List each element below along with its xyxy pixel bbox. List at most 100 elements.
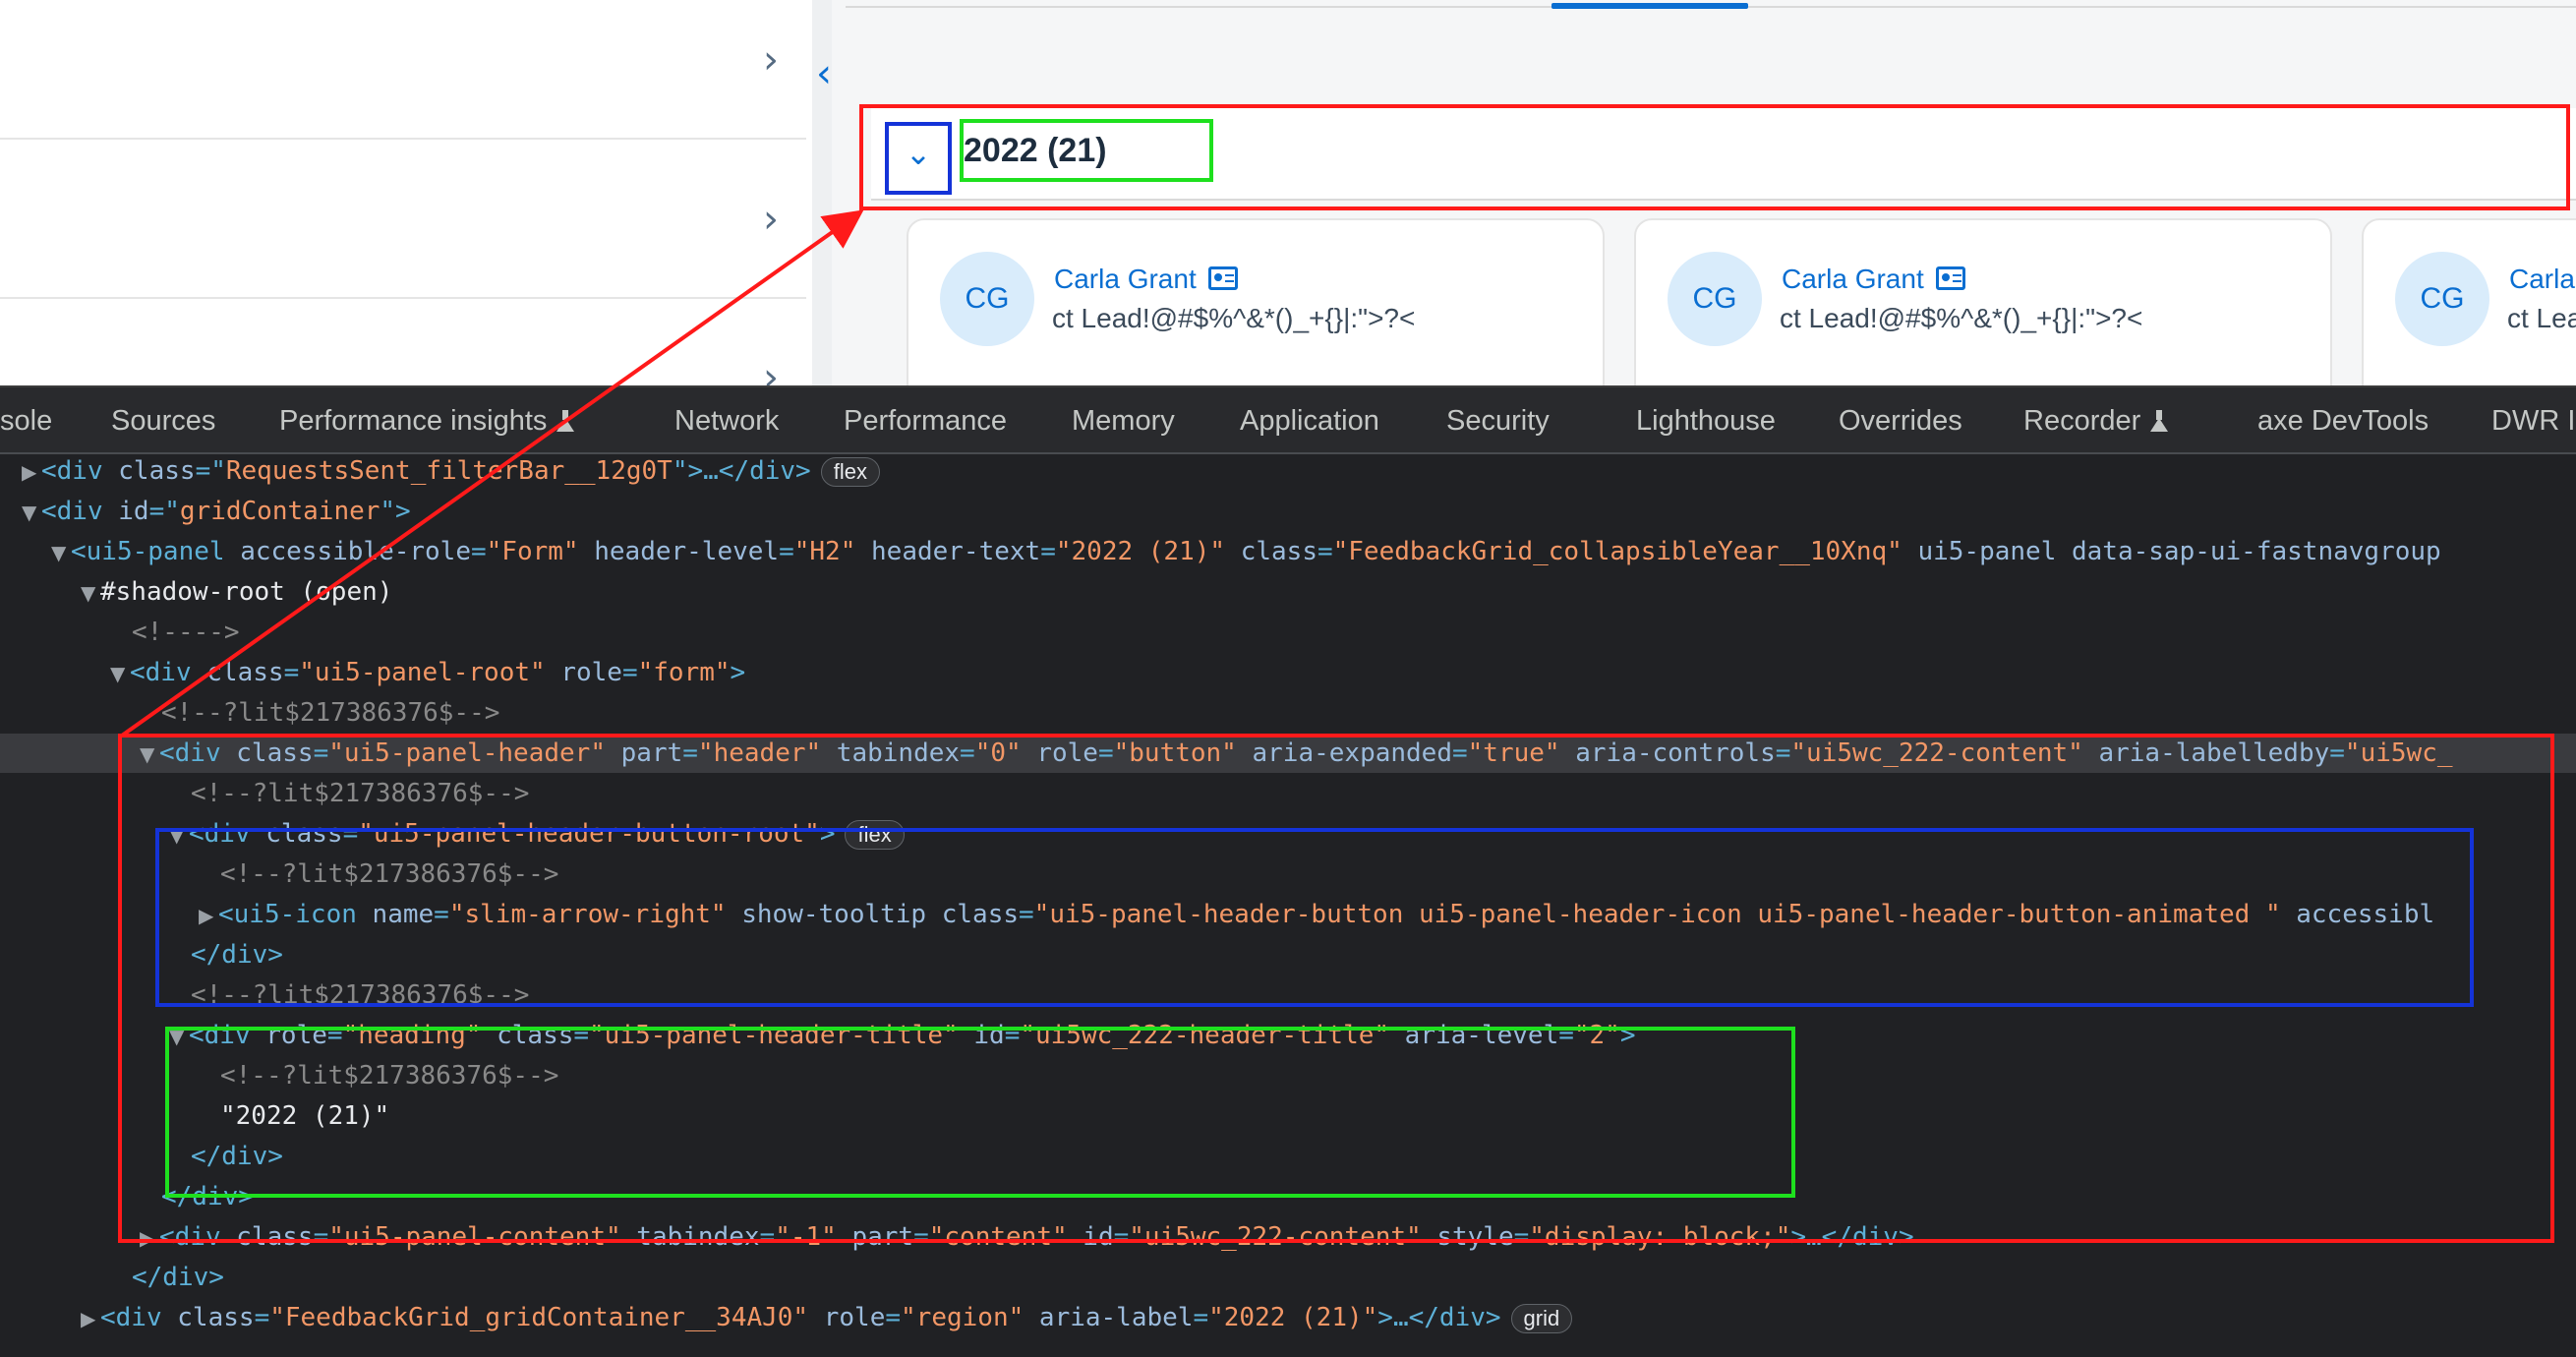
flex-badge[interactable]: flex — [845, 819, 905, 850]
dom-node[interactable]: <!--?lit$217386376$--> — [0, 1056, 2576, 1095]
dom-node[interactable]: ▼ <div class="ui5-panel-header-button-roo… — [0, 814, 2576, 854]
tab-application[interactable]: Application — [1240, 405, 1379, 438]
expand-arrow-icon[interactable]: ▶ — [140, 1218, 159, 1258]
attr-value: "ui5-panel-header-button ui5-panel-heade… — [1033, 900, 2281, 929]
feedback-card[interactable]: CG Carla ct Lea — [2362, 218, 2576, 385]
attr-value: "FeedbackGrid_collapsibleYear__10Xnq" — [1332, 537, 1903, 566]
app-window: › › › ‹ ⌄ 2022 (21) CG Carla Grant ct Le… — [0, 0, 2576, 385]
dom-node[interactable]: <!--?lit$217386376$--> — [0, 975, 2576, 1015]
tab-label: Performance insights — [279, 405, 548, 437]
dom-node[interactable]: ▶ <div class="ui5-panel-content" tabindex… — [0, 1217, 2576, 1257]
attr-name: tabindex — [620, 1222, 760, 1252]
tag-open: <div — [189, 1021, 266, 1050]
attr-value: "form" — [637, 658, 731, 687]
attr-value: "header" — [697, 738, 822, 768]
feedback-card[interactable]: CG Carla Grant ct Lead!@#$%^&*()_+{}|:">… — [1634, 218, 2332, 385]
tab-sources[interactable]: Sources — [111, 405, 215, 438]
attr-value: "ui5-panel-header-title" — [589, 1021, 959, 1050]
panel-title: 2022 (21) — [964, 132, 1107, 169]
attr-name: tabindex — [821, 738, 961, 768]
attr-name: class — [1225, 537, 1317, 566]
tag-open: <div — [159, 738, 237, 768]
tab-network[interactable]: Network — [674, 405, 779, 438]
tab-console[interactable]: sole — [0, 405, 52, 438]
tab-security[interactable]: Security — [1446, 405, 1550, 438]
attr-value: "ui5-panel-content" — [328, 1222, 621, 1252]
tag-close: </div> — [191, 940, 283, 970]
dom-node[interactable]: ▶ <div class="FeedbackGrid_gridContainer_… — [0, 1298, 2576, 1337]
flex-badge[interactable]: flex — [820, 456, 880, 487]
dom-node[interactable]: </div> — [0, 1137, 2576, 1176]
attr-name: name — [372, 900, 435, 929]
dom-node[interactable]: ▼ <div role="heading" class="ui5-panel-he… — [0, 1016, 2576, 1055]
dom-node[interactable]: "2022 (21)" — [0, 1096, 2576, 1136]
dom-node[interactable]: </div> — [0, 1258, 2576, 1297]
attr-value: "slim-arrow-right" — [448, 900, 727, 929]
tab-recorder[interactable]: Recorder — [2023, 405, 2169, 438]
dom-node[interactable]: <!--?lit$217386376$--> — [0, 774, 2576, 813]
collapse-arrow-icon[interactable]: ▼ — [169, 1017, 189, 1056]
dom-node[interactable]: ▶ <div class="RequestsSent_filterBar__12g… — [0, 451, 2576, 491]
tab-memory[interactable]: Memory — [1072, 405, 1175, 438]
card-subtitle: ct Lead!@#$%^&*()_+{}|:">?< — [1780, 303, 2143, 333]
tab-performance[interactable]: Performance — [844, 405, 1007, 438]
dom-node[interactable]: ▼ <div class="ui5-panel-root" role="form"… — [0, 653, 2576, 692]
dom-node[interactable]: ▼ #shadow-root (open) — [0, 572, 2576, 612]
tag-close: >…</div> — [1377, 1303, 1501, 1332]
dom-node[interactable]: </div> — [0, 935, 2576, 974]
avatar: CG — [940, 252, 1034, 346]
attr-name: accessible-role — [240, 537, 471, 566]
list-item[interactable]: › — [0, 0, 806, 140]
collapse-arrow-icon[interactable]: ▼ — [140, 735, 159, 774]
collapse-arrow-icon[interactable]: ▼ — [51, 533, 71, 572]
card-name-link[interactable]: Carla — [2509, 264, 2575, 295]
expand-arrow-icon[interactable]: ▶ — [22, 452, 41, 492]
expand-arrow-icon[interactable]: ▶ — [199, 896, 218, 935]
tab-overrides[interactable]: Overrides — [1839, 405, 1962, 438]
tab-performance-insights[interactable]: Performance insights — [279, 405, 575, 438]
attr-name: ui5-panel data-sap-ui-fastnavgroup — [1902, 537, 2441, 566]
attr-name: show-tooltip class — [726, 900, 1020, 929]
comment-node: <!----> — [132, 618, 240, 647]
card-name-link[interactable]: Carla Grant — [1054, 264, 1238, 295]
comment-node: <!--?lit$217386376$--> — [220, 859, 559, 889]
avatar: CG — [2395, 252, 2489, 346]
list-item[interactable]: › — [0, 301, 806, 385]
collapse-arrow-icon[interactable]: ▼ — [110, 654, 130, 693]
attr-value: "ui5-panel-header" — [328, 738, 606, 768]
feedback-card[interactable]: CG Carla Grant ct Lead!@#$%^&*()_+{}|:">… — [907, 218, 1605, 385]
collapse-left-icon[interactable]: ‹ — [816, 51, 832, 96]
flask-icon — [556, 410, 575, 432]
attr-name: class — [177, 1303, 255, 1332]
attr-value: "Form" — [486, 537, 579, 566]
attr-value: "ui5wc_222-content" — [1790, 738, 2083, 768]
attr-name: role — [545, 658, 622, 687]
dom-node[interactable]: </div> — [0, 1177, 2576, 1216]
dom-node[interactable]: ▼ <div id="gridContainer"> — [0, 492, 2576, 531]
dom-node[interactable]: <!--?lit$217386376$--> — [0, 855, 2576, 894]
attr-value: "ui5wc_222-content" — [1129, 1222, 1422, 1252]
tab-axe-devtools[interactable]: axe DevTools — [2257, 405, 2429, 438]
chevron-right-icon: › — [763, 37, 779, 83]
panel-header[interactable] — [871, 108, 2576, 201]
dom-node[interactable]: <!--?lit$217386376$--> — [0, 693, 2576, 733]
collapse-arrow-icon[interactable]: ▼ — [169, 815, 189, 855]
card-name-link[interactable]: Carla Grant — [1782, 264, 1965, 295]
expand-arrow-icon[interactable]: ▶ — [81, 1299, 100, 1338]
chevron-down-icon[interactable]: ⌄ — [887, 122, 950, 185]
dom-node-selected[interactable]: ▼ <div class="ui5-panel-header" part="hea… — [0, 734, 2576, 773]
collapse-arrow-icon[interactable]: ▼ — [81, 573, 100, 613]
dom-node[interactable]: ▶ <ui5-icon name="slim-arrow-right" show-… — [0, 895, 2576, 934]
attr-value: "region" — [901, 1303, 1025, 1332]
contact-card-icon — [1207, 266, 1238, 290]
collapse-arrow-icon[interactable]: ▼ — [22, 493, 41, 532]
grid-badge[interactable]: grid — [1510, 1303, 1573, 1333]
dom-node[interactable]: <!----> — [0, 613, 2576, 652]
tab-lighthouse[interactable]: Lighthouse — [1636, 405, 1776, 438]
flask-icon — [2150, 410, 2169, 432]
attr-name: id — [958, 1021, 1005, 1050]
dom-node[interactable]: ▼ <ui5-panel accessible-role="Form" heade… — [0, 532, 2576, 571]
tab-dwr[interactable]: DWR I — [2491, 405, 2575, 438]
devtools-panel: sole Sources Performance insights Networ… — [0, 385, 2576, 1357]
list-item[interactable]: › — [0, 142, 806, 299]
